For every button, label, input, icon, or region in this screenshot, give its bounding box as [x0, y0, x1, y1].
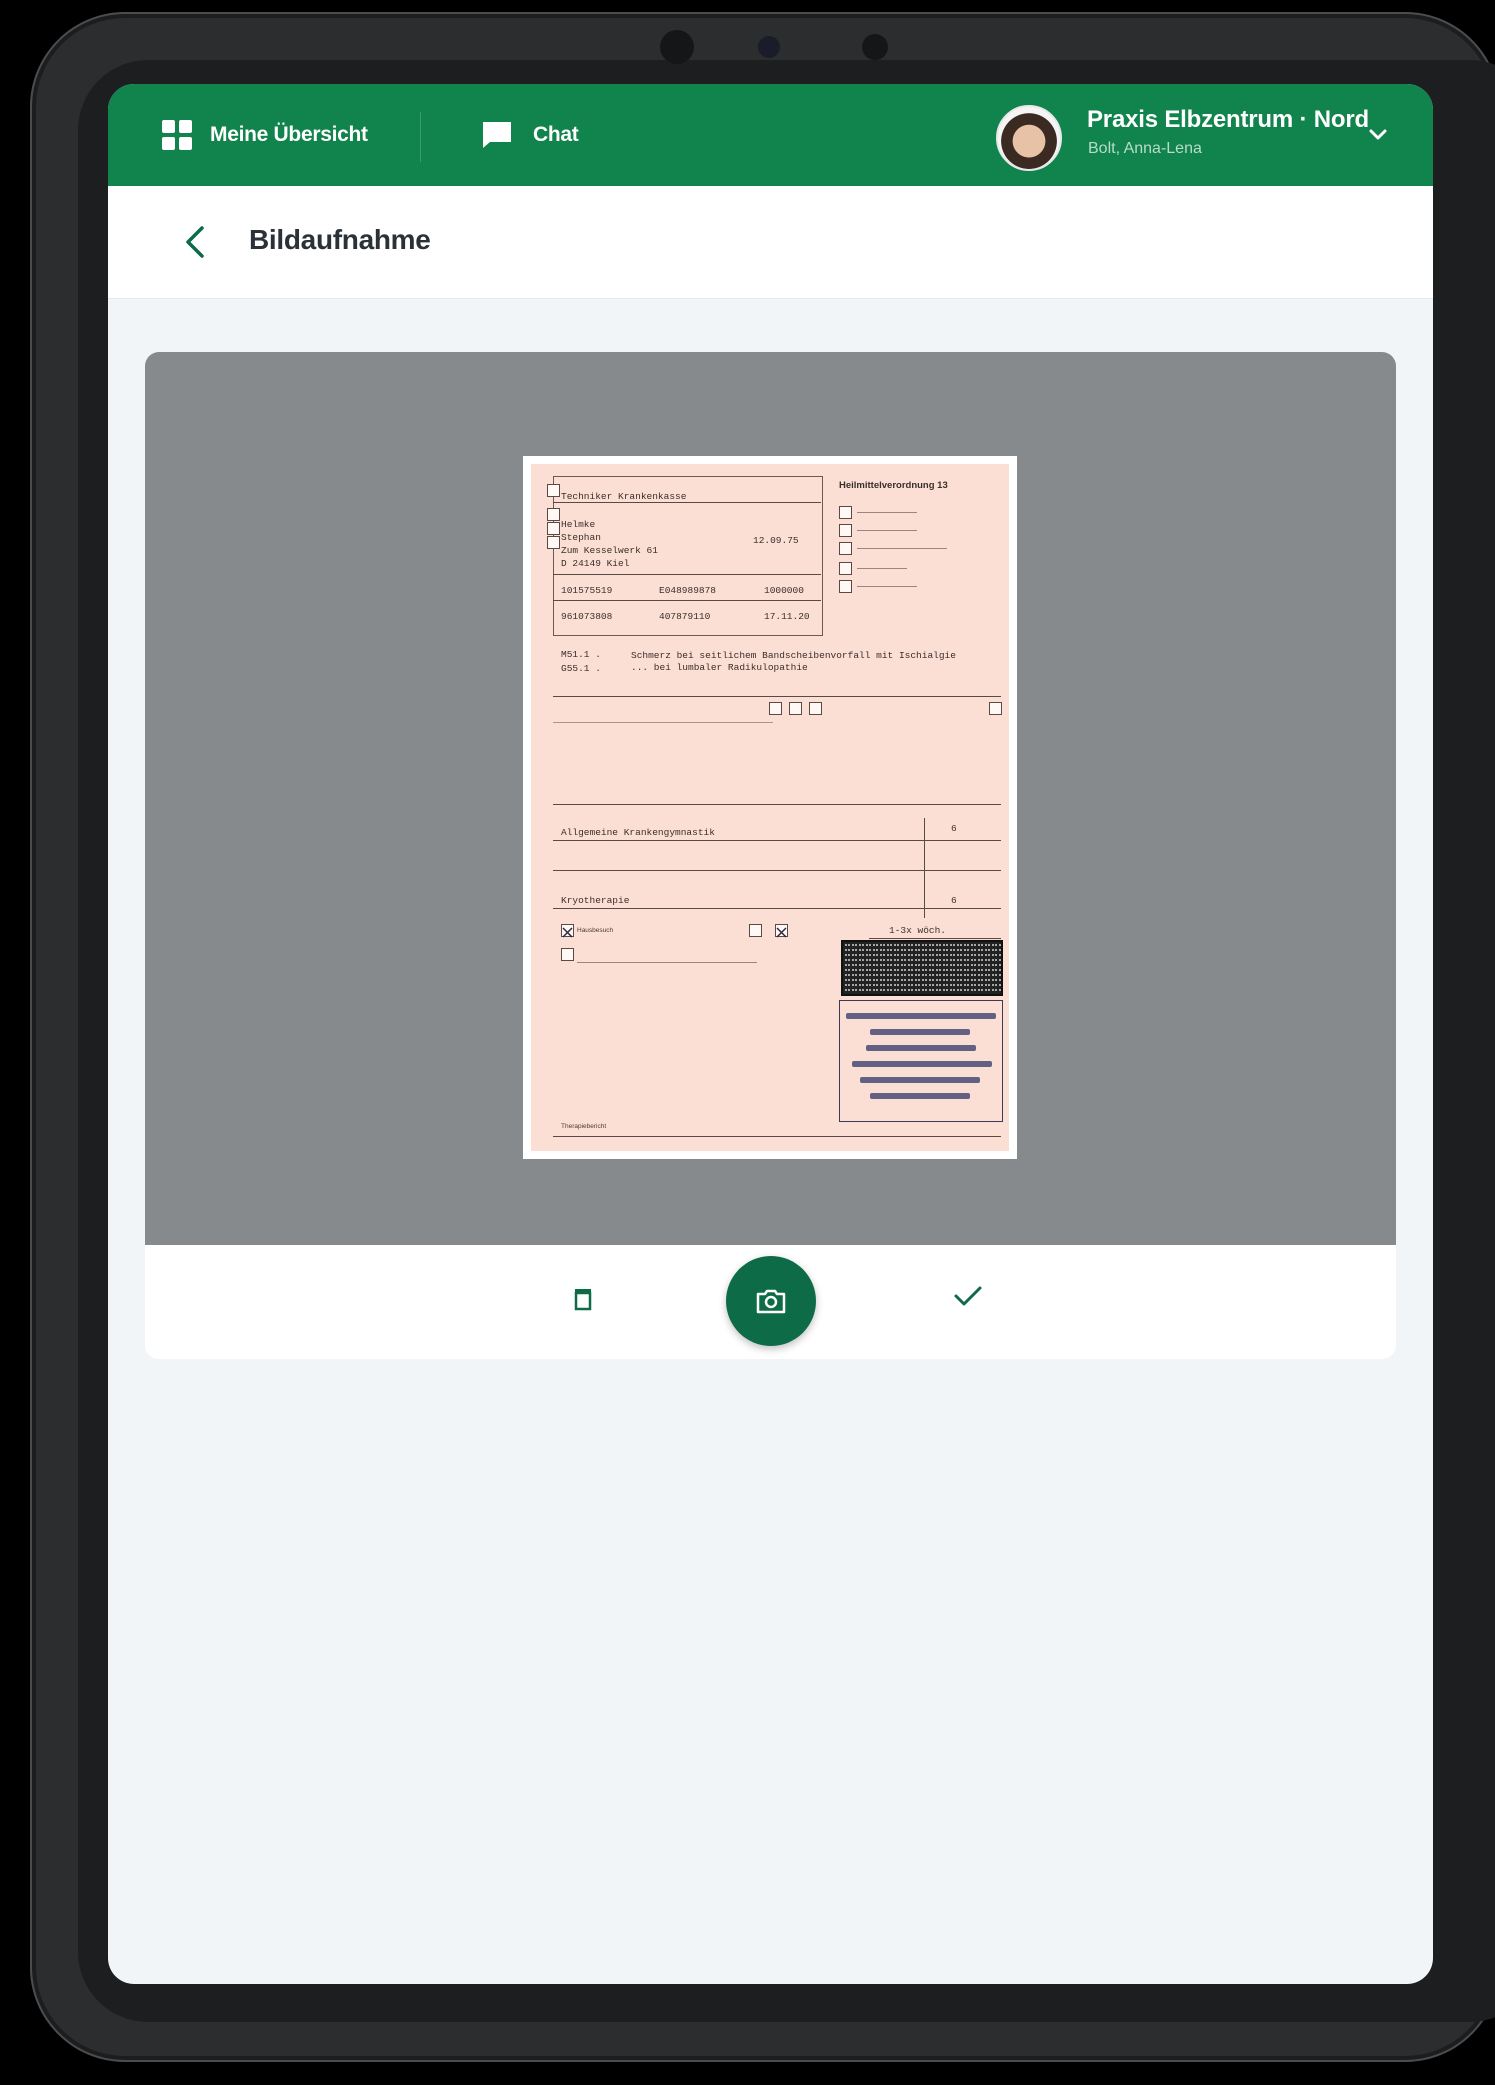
- patient-last-name: Helmke: [561, 519, 596, 530]
- nav-divider: [420, 112, 421, 162]
- barcode-image: [841, 940, 1003, 996]
- therapy-name: Allgemeine Krankengymnastik: [561, 827, 715, 838]
- checkbox-label: Hausbesuch: [577, 927, 614, 934]
- camera-sensor: [758, 36, 780, 58]
- patient-birthdate: 12.09.75: [753, 535, 799, 546]
- form-checkbox: [809, 702, 822, 715]
- camera-lens: [660, 30, 694, 64]
- nav-item-overview-label: Meine Übersicht: [210, 123, 368, 146]
- form-checkbox: [789, 702, 802, 715]
- id-cell: 17.11.20: [764, 611, 810, 622]
- prescription-form: Techniker Krankenkasse Helmke Stephan Zu…: [539, 472, 1003, 1143]
- insurer-name: Techniker Krankenkasse: [561, 491, 687, 502]
- form-checkbox: [839, 580, 852, 593]
- form-checkbox: [547, 508, 560, 521]
- camera-sensor: [862, 34, 888, 60]
- icd-code: M51.1 .: [561, 649, 601, 660]
- form-title: Heilmittelverordnung 13: [839, 480, 948, 491]
- delete-button[interactable]: [561, 1276, 605, 1320]
- form-line: [553, 870, 1001, 871]
- trash-icon: [574, 1289, 592, 1311]
- form-line: [924, 818, 925, 918]
- id-cell: 961073808: [561, 611, 613, 622]
- id-cell: 1000000: [764, 585, 804, 596]
- extra-therapy-count: 6: [951, 895, 957, 906]
- profile-switcher[interactable]: Praxis Elbzentrum · Nord Bolt, Anna-Lena: [933, 84, 1433, 186]
- chat-bubble-icon: [483, 122, 511, 148]
- chevron-down-icon: [1369, 129, 1387, 140]
- form-line: [857, 568, 907, 569]
- capture-toolbar: [145, 1245, 1396, 1359]
- form-checkbox-checked: [775, 924, 788, 938]
- capture-card: Techniker Krankenkasse Helmke Stephan Zu…: [145, 352, 1396, 1359]
- avatar: [996, 105, 1062, 171]
- therapy-count: 6: [951, 823, 957, 834]
- therapy-frequency: 1-3x wöch.: [889, 925, 947, 936]
- icd-code: G55.1 .: [561, 663, 601, 674]
- form-line: [553, 908, 1001, 909]
- form-checkbox: [839, 562, 852, 575]
- form-line: [553, 722, 773, 723]
- form-checkbox: [561, 948, 574, 961]
- patient-street: Zum Kesselwerk 61: [561, 545, 658, 556]
- page-title: Bildaufnahme: [249, 224, 431, 255]
- page-header: Bildaufnahme: [108, 186, 1433, 299]
- user-name: Bolt, Anna-Lena: [1088, 140, 1202, 157]
- form-checkbox: [547, 536, 560, 549]
- image-preview-area: Techniker Krankenkasse Helmke Stephan Zu…: [145, 352, 1396, 1245]
- form-checkbox: [839, 524, 852, 537]
- form-line: [553, 502, 821, 503]
- form-line: [857, 586, 917, 587]
- form-checkbox-checked: [561, 924, 574, 938]
- form-line: [857, 530, 917, 531]
- form-line: [553, 600, 821, 601]
- extra-therapy: Kryotherapie: [561, 895, 630, 906]
- form-line: [577, 962, 757, 963]
- form-checkbox: [769, 702, 782, 715]
- form-footer-note: Therapiebericht: [561, 1123, 607, 1130]
- nav-item-chat[interactable]: Chat: [480, 84, 579, 186]
- form-checkbox: [989, 702, 1002, 715]
- diagnosis-text: Schmerz bei seitlichem Bandscheibenvorfa…: [631, 650, 956, 673]
- id-cell: E048989878: [659, 585, 717, 596]
- confirm-button[interactable]: [945, 1273, 991, 1319]
- camera-icon: [756, 1289, 786, 1314]
- form-checkbox: [839, 506, 852, 519]
- practice-name: Praxis Elbzentrum · Nord: [1087, 106, 1369, 133]
- form-line: [553, 696, 1001, 697]
- doctor-stamp-image: [839, 1000, 1003, 1122]
- captured-prescription-image: Techniker Krankenkasse Helmke Stephan Zu…: [523, 456, 1017, 1159]
- form-line: [553, 840, 1001, 841]
- patient-city: D 24149 Kiel: [561, 558, 630, 569]
- nav-item-overview[interactable]: Meine Übersicht: [162, 84, 368, 186]
- app-screen: Meine Übersicht Chat Praxis Elbzentrum ·…: [108, 84, 1433, 1984]
- form-checkbox: [749, 924, 762, 937]
- form-line: [857, 512, 917, 513]
- form-line: [553, 804, 1001, 805]
- checkmark-icon: [954, 1286, 982, 1306]
- form-checkbox: [547, 522, 560, 535]
- top-navigation-bar: Meine Übersicht Chat Praxis Elbzentrum ·…: [108, 84, 1433, 186]
- form-checkbox: [839, 542, 852, 555]
- dashboard-grid-icon: [162, 120, 192, 150]
- form-line: [553, 574, 821, 575]
- nav-item-chat-label: Chat: [533, 123, 579, 146]
- form-line: [857, 548, 947, 549]
- capture-button[interactable]: [726, 1256, 816, 1346]
- patient-first-name: Stephan: [561, 532, 601, 543]
- form-line: [553, 1136, 1001, 1137]
- form-line: [869, 938, 1001, 939]
- form-checkbox: [547, 484, 560, 497]
- back-arrow-icon[interactable]: [176, 220, 216, 264]
- id-cell: 101575519: [561, 585, 613, 596]
- id-cell: 407879110: [659, 611, 711, 622]
